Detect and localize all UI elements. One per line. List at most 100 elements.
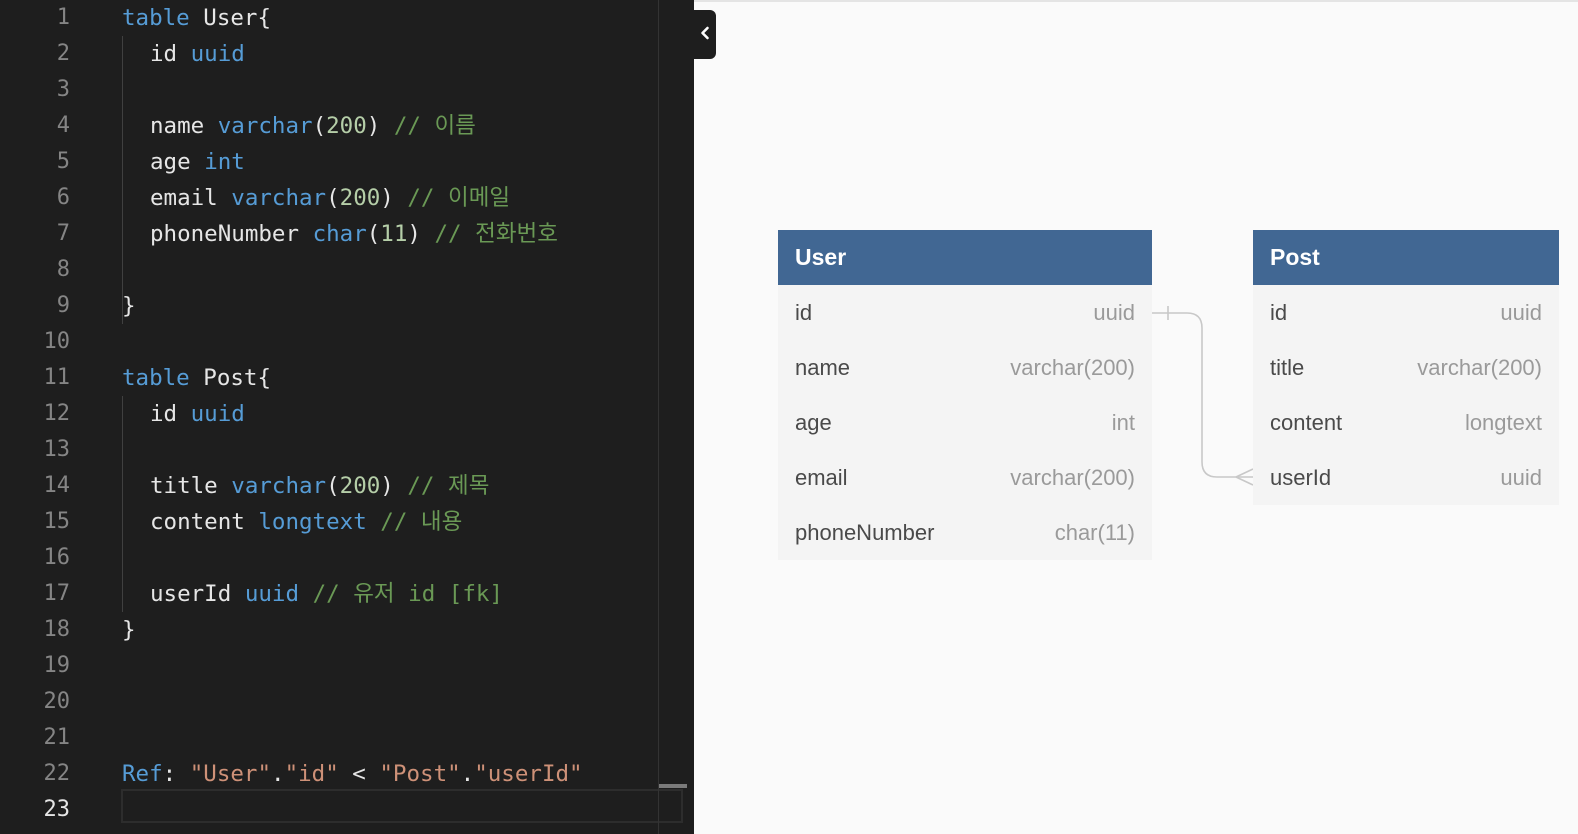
type-token: longtext <box>258 509 367 535</box>
paren-token: ) <box>407 221 421 247</box>
table-name-token: Post{ <box>203 365 272 391</box>
line-number: 22 <box>43 761 71 786</box>
code-line: title varchar(200) // 제목 <box>122 468 694 504</box>
table-header[interactable]: User <box>778 230 1152 285</box>
code-line: id uuid <box>122 396 694 432</box>
code-area[interactable]: table User{ id uuid name varchar(200) //… <box>122 0 694 828</box>
field-token: phoneNumber <box>150 221 300 247</box>
line-number: 13 <box>43 437 71 462</box>
field-type: uuid <box>1093 299 1135 325</box>
line-number: 10 <box>43 329 71 354</box>
line-number: 21 <box>43 725 71 750</box>
field-name: email <box>795 464 848 490</box>
code-line: id uuid <box>122 36 694 72</box>
table-field-row[interactable]: id uuid <box>778 285 1152 340</box>
line-number: 15 <box>43 509 71 534</box>
code-line: content longtext // 내용 <box>122 504 694 540</box>
comment-token: // 이메일 <box>407 185 511 211</box>
code-line: userId uuid // 유저 id [fk] <box>122 576 694 612</box>
code-line: Ref: "User"."id" < "Post"."userId" <box>122 756 694 792</box>
comment-token: // 전화번호 <box>434 221 558 247</box>
table-card-post[interactable]: Post id uuid title varchar(200) content lon… <box>1253 230 1559 505</box>
keyword-token: table <box>122 365 190 391</box>
dot-token: . <box>271 761 285 787</box>
line-number: 4 <box>56 113 70 138</box>
table-field-row[interactable]: id uuid <box>1253 285 1559 340</box>
table-field-row[interactable]: content longtext <box>1253 395 1559 450</box>
field-type: varchar(200) <box>1417 354 1542 380</box>
line-number: 2 <box>56 41 70 66</box>
line-number: 9 <box>56 293 70 318</box>
paren-token: ) <box>380 473 394 499</box>
brace-token: } <box>122 293 136 319</box>
field-type: uuid <box>1500 464 1542 490</box>
line-number: 17 <box>43 581 71 606</box>
scrollbar-thumb[interactable] <box>659 784 687 788</box>
number-token: 200 <box>339 473 381 499</box>
collapse-editor-button[interactable] <box>694 10 716 59</box>
code-line: name varchar(200) // 이름 <box>122 108 694 144</box>
number-token: 200 <box>339 185 381 211</box>
table-field-row[interactable]: phoneNumber char(11) <box>778 505 1152 560</box>
line-number: 12 <box>43 401 71 426</box>
paren-token: ) <box>366 113 381 139</box>
line-number: 14 <box>43 473 71 498</box>
code-editor[interactable]: 1 2 3 4 5 6 7 8 9 10 11 12 13 14 15 16 1… <box>0 0 694 834</box>
table-field-row[interactable]: name varchar(200) <box>778 340 1152 395</box>
paren-token: ( <box>312 113 327 139</box>
string-token: "id" <box>284 761 339 787</box>
type-token: int <box>204 149 245 175</box>
field-name: id <box>1270 299 1288 325</box>
line-number: 3 <box>56 77 70 102</box>
field-type: uuid <box>1500 299 1542 325</box>
code-line: email varchar(200) // 이메일 <box>122 180 694 216</box>
field-name: id <box>795 299 813 325</box>
line-number: 1 <box>56 5 70 30</box>
code-line: } <box>122 288 694 324</box>
code-line: age int <box>122 144 694 180</box>
brace-token: } <box>122 617 136 643</box>
operator-token: < <box>352 761 366 787</box>
paren-token: ) <box>380 185 394 211</box>
diagram-top-border <box>694 0 1578 2</box>
table-field-row[interactable]: title varchar(200) <box>1253 340 1559 395</box>
field-token: email <box>150 185 218 211</box>
code-line: phoneNumber char(11) // 전화번호 <box>122 216 694 252</box>
field-token: age <box>150 149 191 175</box>
line-number: 18 <box>43 617 71 642</box>
table-field-row[interactable]: age int <box>778 395 1152 450</box>
line-number: 11 <box>43 365 71 390</box>
colon-token: : <box>162 761 177 787</box>
line-number: 6 <box>56 185 70 210</box>
paren-token: ( <box>326 473 340 499</box>
field-name: userId <box>1270 464 1332 490</box>
line-number: 19 <box>43 653 71 678</box>
field-name: title <box>1270 354 1305 380</box>
code-line: table User{ <box>122 0 694 36</box>
paren-token: ( <box>326 185 340 211</box>
dot-token: . <box>460 761 475 787</box>
line-number: 20 <box>43 689 71 714</box>
table-field-row[interactable]: email varchar(200) <box>778 450 1152 505</box>
type-token: char <box>312 221 367 247</box>
table-field-row[interactable]: userId uuid <box>1253 450 1559 505</box>
number-token: 200 <box>326 113 367 139</box>
paren-token: ( <box>366 221 381 247</box>
field-name: content <box>1270 409 1343 435</box>
type-token: varchar <box>231 185 327 211</box>
line-number: 5 <box>56 149 70 174</box>
type-token: varchar <box>217 113 313 139</box>
table-header[interactable]: Post <box>1253 230 1559 285</box>
table-card-user[interactable]: User id uuid name varchar(200) age int emai… <box>778 230 1152 560</box>
current-line-highlight <box>121 789 683 823</box>
line-number-active: 23 <box>43 797 71 822</box>
line-number-gutter: 1 2 3 4 5 6 7 8 9 10 11 12 13 14 15 16 1… <box>0 0 96 828</box>
field-token: content <box>150 509 245 535</box>
field-type: int <box>1111 409 1135 435</box>
string-token: "User" <box>189 761 272 787</box>
editor-vertical-ruler <box>658 0 659 834</box>
